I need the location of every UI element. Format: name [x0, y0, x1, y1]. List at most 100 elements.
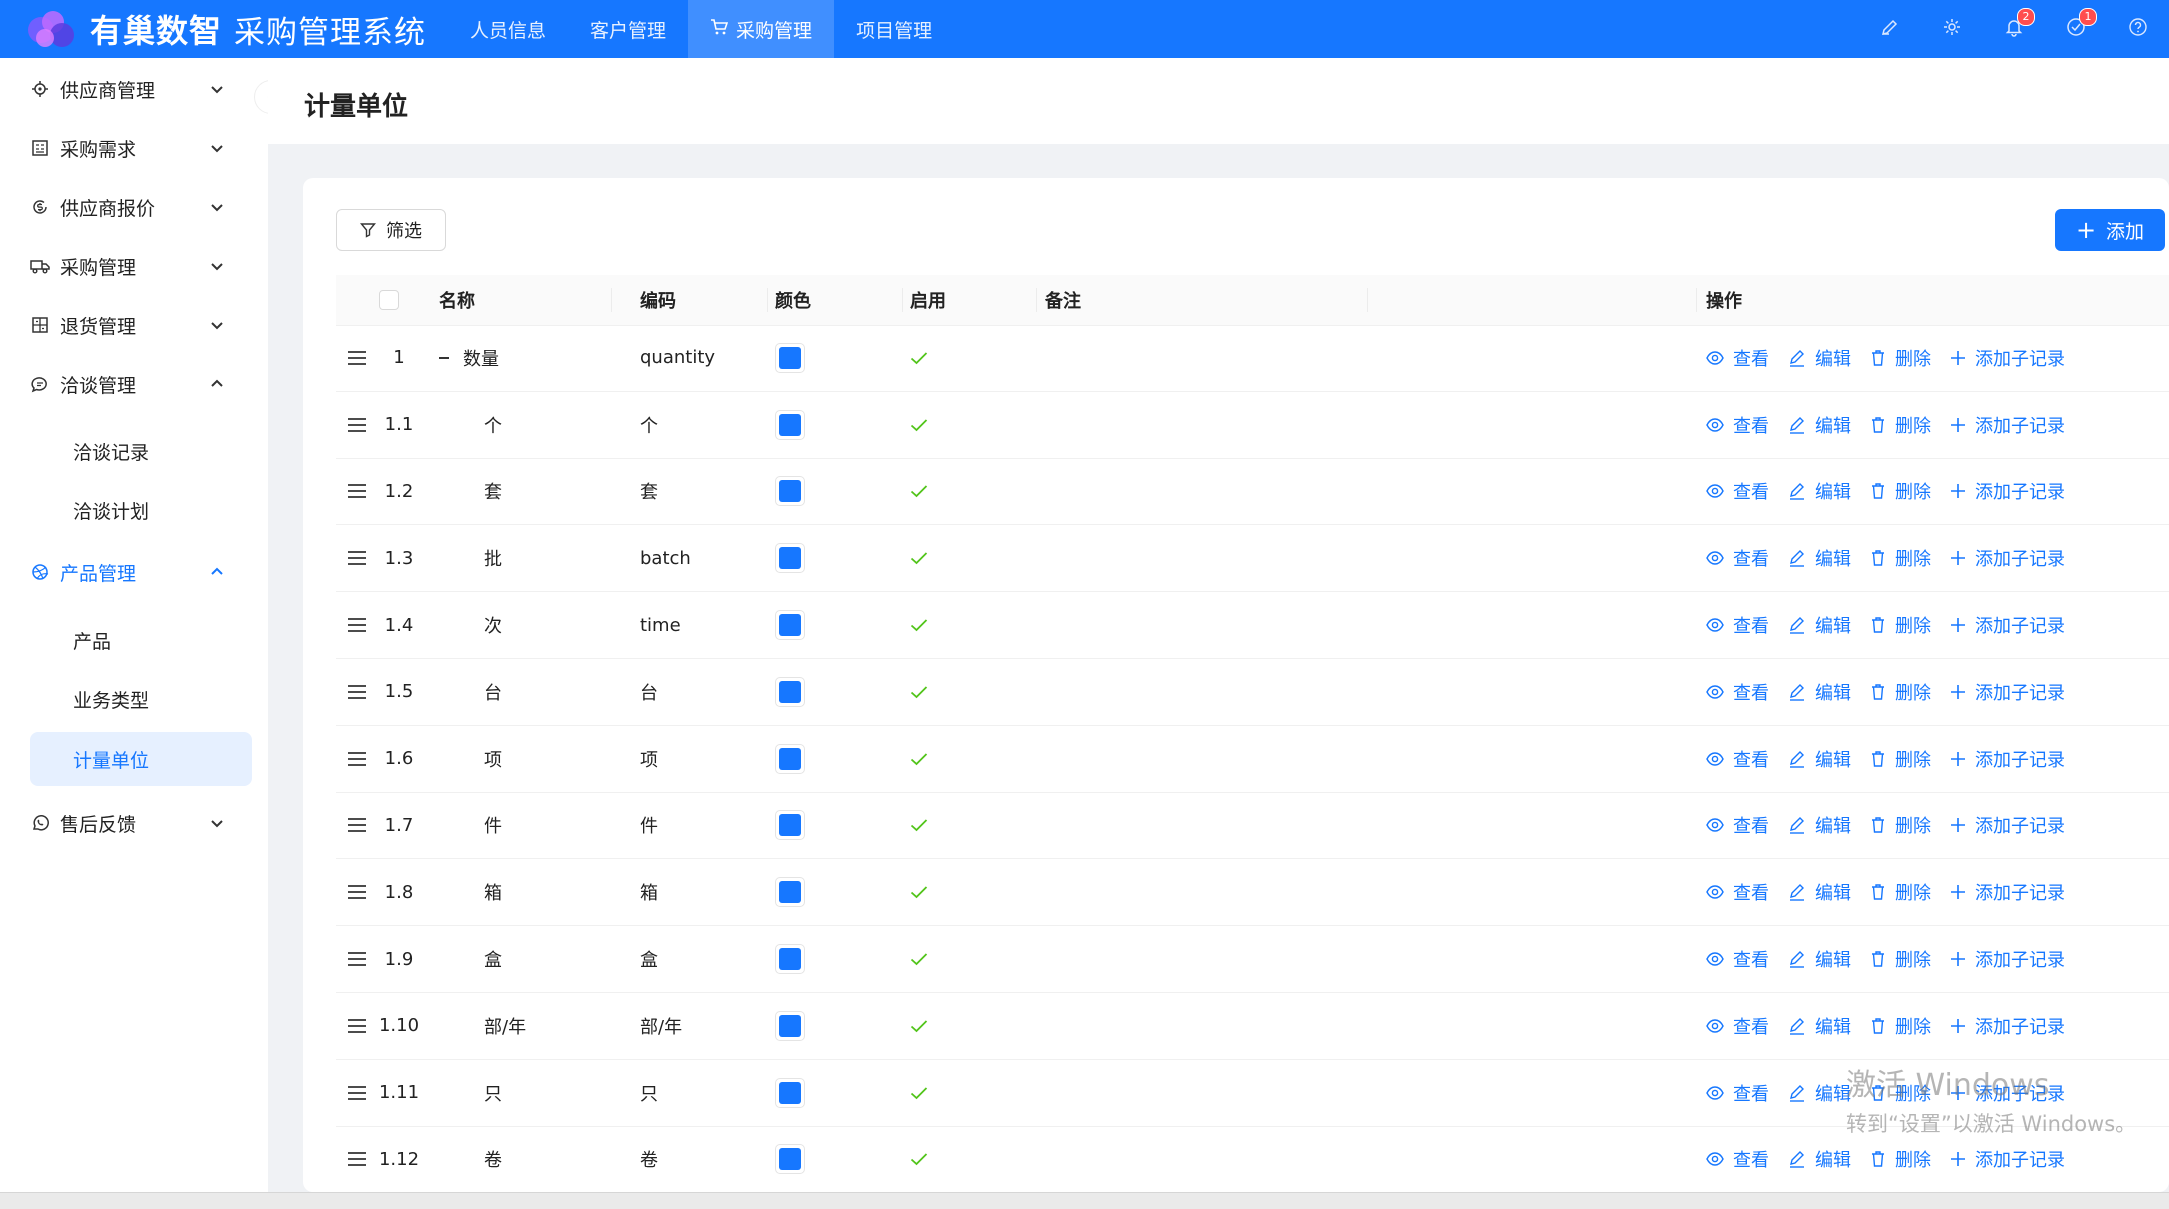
table-row[interactable]: 1.1 个 个 查看 编辑 删除 添加子记录: [336, 392, 2169, 459]
drag-handle-icon[interactable]: [347, 325, 367, 391]
delete-action[interactable]: 删除: [1870, 679, 1931, 705]
table-row[interactable]: 1.5 台 台 查看 编辑 删除 添加子记录: [336, 659, 2169, 726]
delete-action[interactable]: 删除: [1870, 879, 1931, 905]
tasks-button[interactable]: 1: [2045, 0, 2107, 58]
add-child-action[interactable]: 添加子记录: [1950, 478, 2065, 504]
sidebar-item-purchase-management[interactable]: 采购管理: [30, 246, 252, 286]
column-header-color[interactable]: 颜色: [775, 275, 811, 325]
notifications-button[interactable]: 2: [1983, 0, 2045, 58]
view-action[interactable]: 查看: [1706, 612, 1769, 638]
add-child-action[interactable]: 添加子记录: [1950, 746, 2065, 772]
edit-action[interactable]: 编辑: [1788, 1080, 1851, 1106]
theme-brush-button[interactable]: [1859, 0, 1921, 58]
checkbox[interactable]: [379, 290, 399, 310]
delete-action[interactable]: 删除: [1870, 746, 1931, 772]
sidebar-item-negotiation-plans[interactable]: 洽谈计划: [30, 483, 252, 537]
sidebar-item-negotiation[interactable]: 洽谈管理: [30, 364, 252, 404]
delete-action[interactable]: 删除: [1870, 612, 1931, 638]
drag-handle-icon[interactable]: [347, 1060, 367, 1126]
add-child-action[interactable]: 添加子记录: [1950, 679, 2065, 705]
sidebar-item-after-sales[interactable]: 售后反馈: [30, 803, 252, 843]
view-action[interactable]: 查看: [1706, 345, 1769, 371]
delete-action[interactable]: 删除: [1870, 412, 1931, 438]
select-all-checkbox[interactable]: [379, 275, 399, 325]
add-child-action[interactable]: 添加子记录: [1950, 946, 2065, 972]
add-child-action[interactable]: 添加子记录: [1950, 1146, 2065, 1172]
drag-handle-icon[interactable]: [347, 1127, 367, 1193]
logo[interactable]: 有巢数智 采购管理系统: [22, 0, 426, 58]
add-child-action[interactable]: 添加子记录: [1950, 1013, 2065, 1039]
edit-action[interactable]: 编辑: [1788, 879, 1851, 905]
view-action[interactable]: 查看: [1706, 679, 1769, 705]
table-row[interactable]: 1.2 套 套 查看 编辑 删除 添加子记录: [336, 459, 2169, 526]
delete-action[interactable]: 删除: [1870, 345, 1931, 371]
edit-action[interactable]: 编辑: [1788, 946, 1851, 972]
column-header-code[interactable]: 编码: [640, 275, 676, 325]
edit-action[interactable]: 编辑: [1788, 545, 1851, 571]
add-child-action[interactable]: 添加子记录: [1950, 545, 2065, 571]
delete-action[interactable]: 删除: [1870, 545, 1931, 571]
table-row[interactable]: 1.3 批 batch 查看 编辑 删除 添加子记录: [336, 525, 2169, 593]
add-child-action[interactable]: 添加子记录: [1950, 612, 2065, 638]
edit-action[interactable]: 编辑: [1788, 345, 1851, 371]
sidebar-item-negotiation-records[interactable]: 洽谈记录: [30, 424, 252, 478]
view-action[interactable]: 查看: [1706, 812, 1769, 838]
sidebar-item-supplier-quote[interactable]: 供应商报价: [30, 187, 252, 227]
drag-handle-icon[interactable]: [347, 993, 367, 1059]
table-row[interactable]: 1.9 盒 盒 查看 编辑 删除 添加子记录: [336, 926, 2169, 993]
drag-handle-icon[interactable]: [347, 592, 367, 658]
sidebar-item-suppliers[interactable]: 供应商管理: [30, 69, 252, 109]
delete-action[interactable]: 删除: [1870, 812, 1931, 838]
horizontal-scrollbar[interactable]: [0, 1192, 2169, 1209]
sidebar-item-product[interactable]: 产品: [30, 613, 252, 667]
view-action[interactable]: 查看: [1706, 545, 1769, 571]
edit-action[interactable]: 编辑: [1788, 412, 1851, 438]
column-header-name[interactable]: 名称: [439, 275, 475, 325]
edit-action[interactable]: 编辑: [1788, 1013, 1851, 1039]
delete-action[interactable]: 删除: [1870, 1013, 1931, 1039]
view-action[interactable]: 查看: [1706, 746, 1769, 772]
table-row[interactable]: 1.6 项 项 查看 编辑 删除 添加子记录: [336, 726, 2169, 793]
topnav-people[interactable]: 人员信息: [448, 0, 568, 58]
drag-handle-icon[interactable]: [347, 726, 367, 792]
topnav-projects[interactable]: 项目管理: [834, 0, 954, 58]
edit-action[interactable]: 编辑: [1788, 812, 1851, 838]
view-action[interactable]: 查看: [1706, 478, 1769, 504]
drag-handle-icon[interactable]: [347, 525, 367, 591]
edit-action[interactable]: 编辑: [1788, 746, 1851, 772]
view-action[interactable]: 查看: [1706, 1146, 1769, 1172]
table-row[interactable]: 1.4 次 time 查看 编辑 删除 添加子记录: [336, 592, 2169, 659]
sidebar-item-returns[interactable]: 退货管理: [30, 305, 252, 345]
column-header-enabled[interactable]: 启用: [910, 275, 946, 325]
view-action[interactable]: 查看: [1706, 1013, 1769, 1039]
edit-action[interactable]: 编辑: [1788, 612, 1851, 638]
add-child-action[interactable]: 添加子记录: [1950, 412, 2065, 438]
table-row[interactable]: 1.10 部/年 部/年 查看 编辑 删除 添加子记录: [336, 993, 2169, 1060]
delete-action[interactable]: 删除: [1870, 1146, 1931, 1172]
topnav-purchase[interactable]: 采购管理: [688, 0, 835, 58]
add-child-action[interactable]: 添加子记录: [1950, 345, 2065, 371]
view-action[interactable]: 查看: [1706, 946, 1769, 972]
delete-action[interactable]: 删除: [1870, 478, 1931, 504]
sidebar-item-business-type[interactable]: 业务类型: [30, 672, 252, 726]
drag-handle-icon[interactable]: [347, 793, 367, 859]
edit-action[interactable]: 编辑: [1788, 478, 1851, 504]
add-button[interactable]: + 添加: [2055, 209, 2165, 251]
drag-handle-icon[interactable]: [347, 859, 367, 925]
drag-handle-icon[interactable]: [347, 459, 367, 525]
topnav-customers[interactable]: 客户管理: [568, 0, 688, 58]
filter-button[interactable]: 筛选: [336, 209, 446, 251]
collapse-row-icon[interactable]: [437, 351, 451, 365]
table-row[interactable]: 1.8 箱 箱 查看 编辑 删除 添加子记录: [336, 859, 2169, 927]
drag-handle-icon[interactable]: [347, 926, 367, 992]
drag-handle-icon[interactable]: [347, 659, 367, 725]
help-button[interactable]: [2107, 0, 2169, 58]
add-child-action[interactable]: 添加子记录: [1950, 812, 2065, 838]
table-row[interactable]: 1.7 件 件 查看 编辑 删除 添加子记录: [336, 793, 2169, 860]
sidebar-item-units[interactable]: 计量单位: [30, 732, 252, 786]
table-row[interactable]: 1 数量 quantity 查看 编辑 删除 添加子记录: [336, 325, 2169, 392]
edit-action[interactable]: 编辑: [1788, 1146, 1851, 1172]
settings-button[interactable]: [1921, 0, 1983, 58]
sidebar-item-purchase-demand[interactable]: 采购需求: [30, 128, 252, 168]
edit-action[interactable]: 编辑: [1788, 679, 1851, 705]
